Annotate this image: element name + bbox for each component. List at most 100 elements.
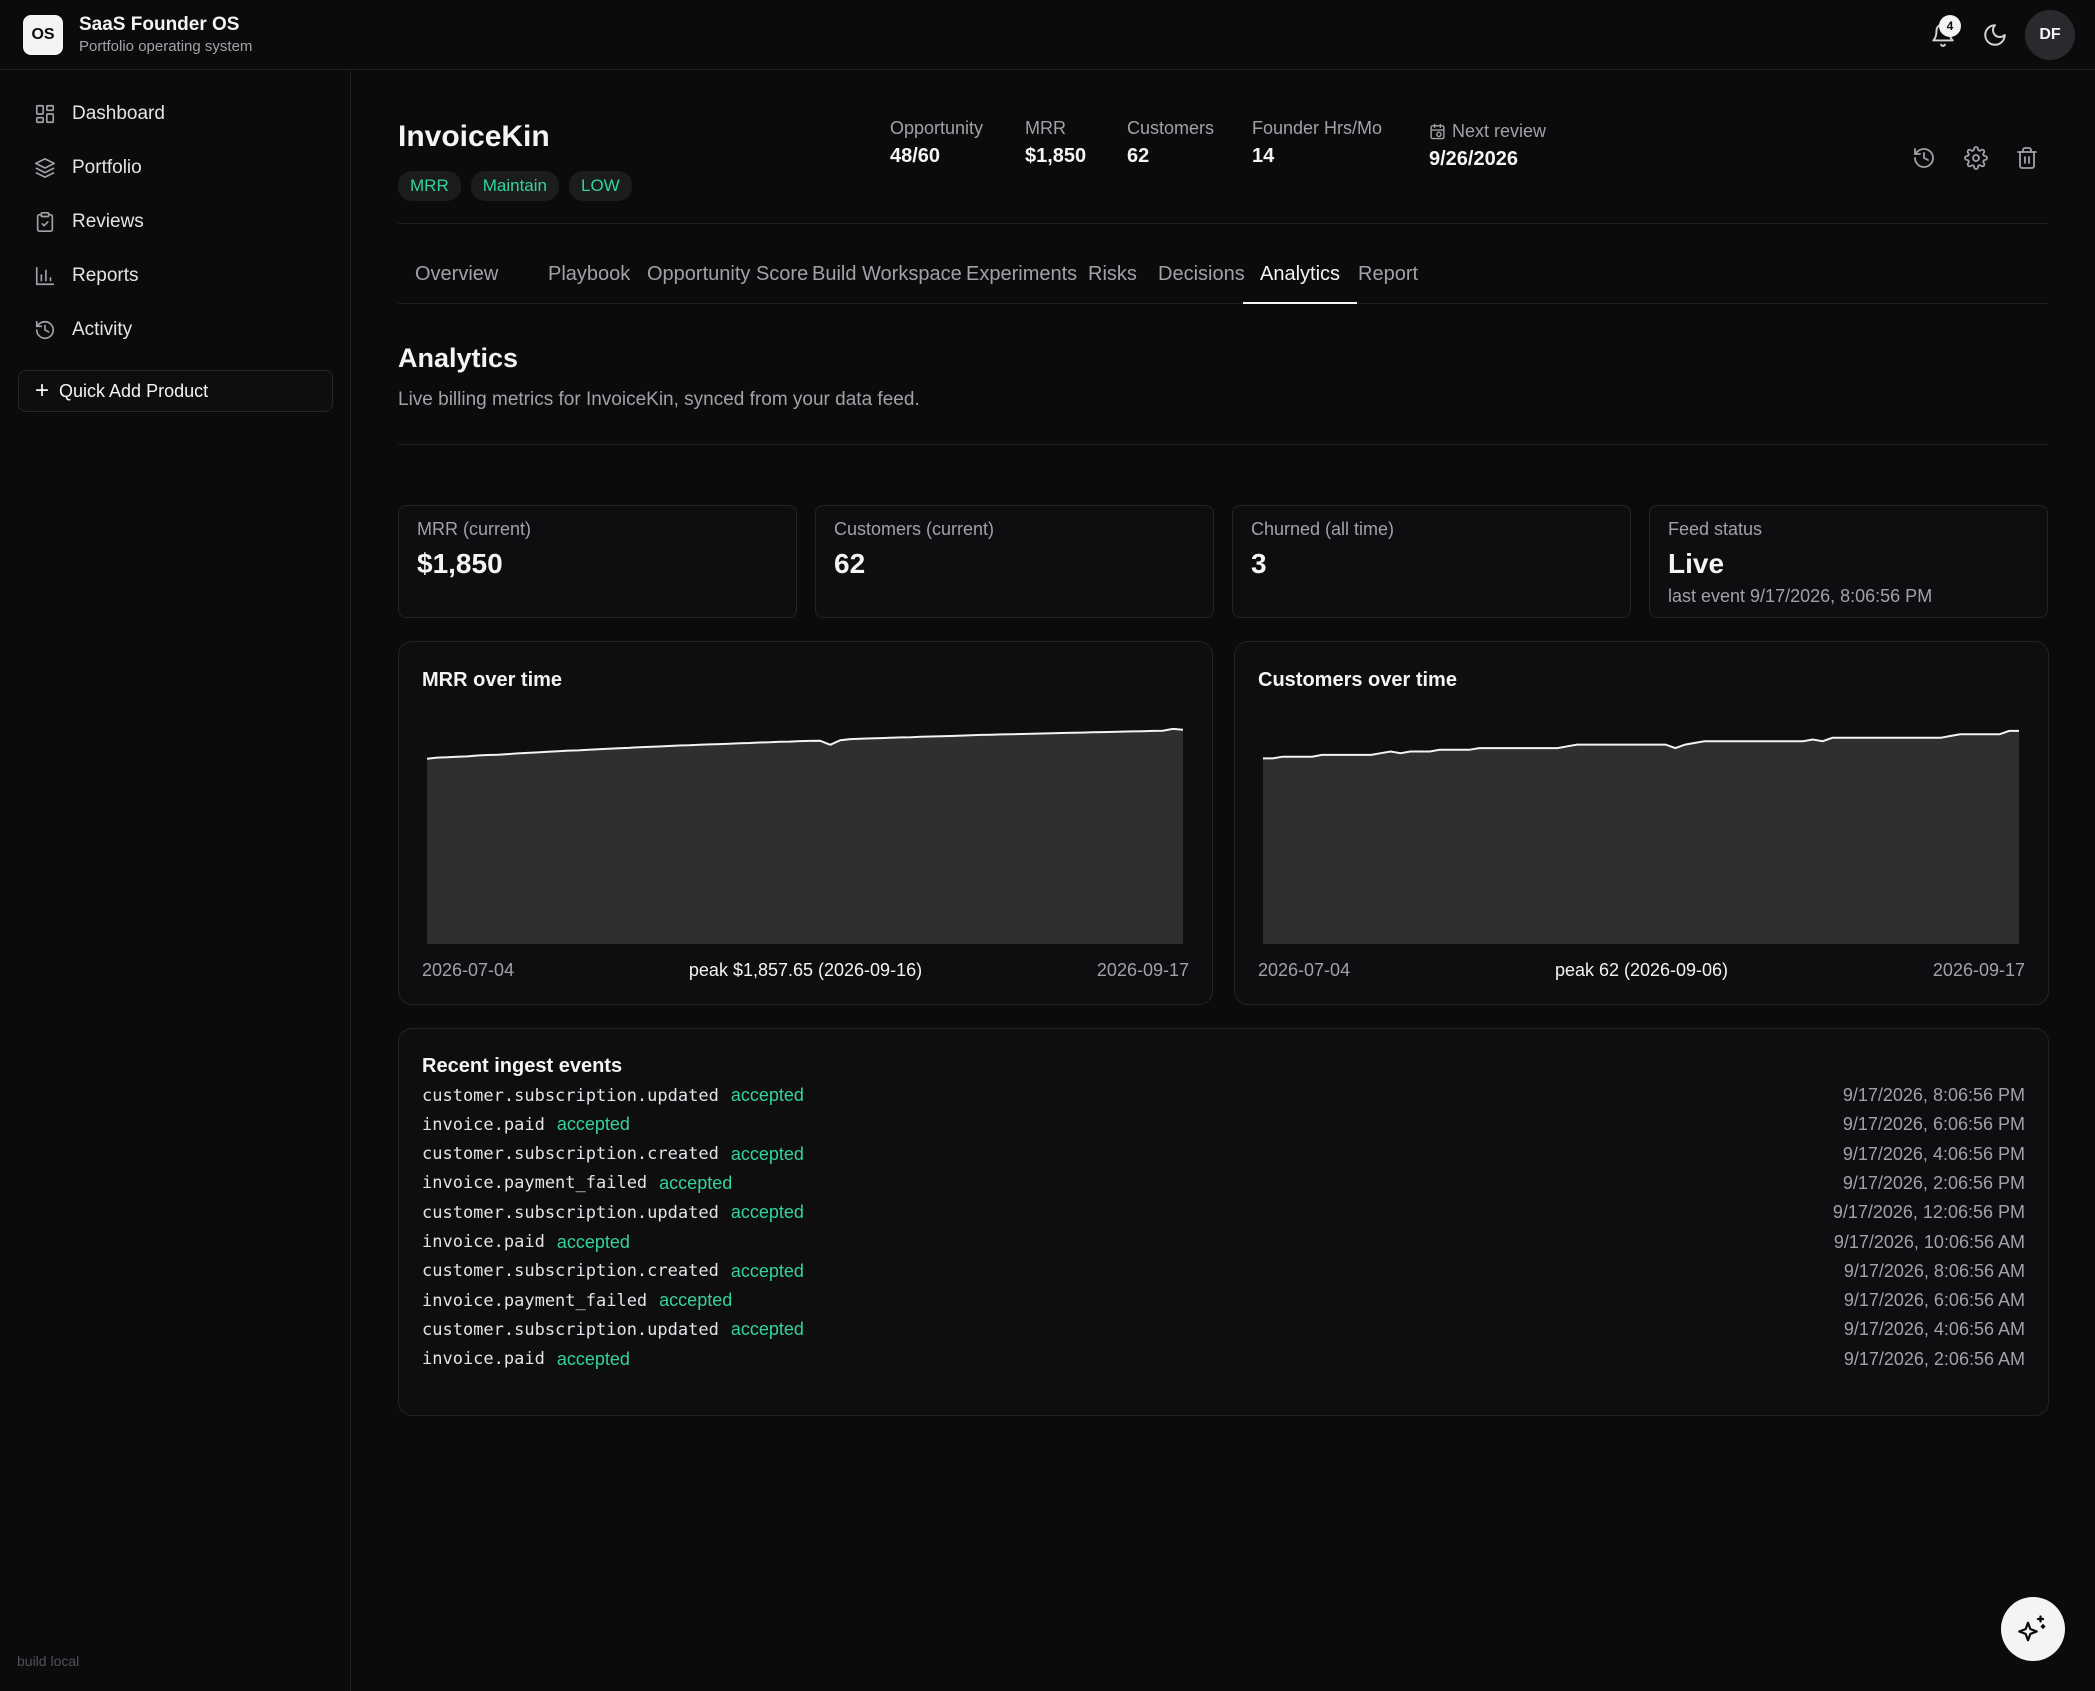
event-row: invoice.paid accepted 9/17/2026, 10:06:56 …: [422, 1228, 2025, 1257]
sidebar-item-label: Activity: [72, 319, 133, 340]
event-row: invoice.paid accepted 9/17/2026, 6:06:56 P…: [422, 1110, 2025, 1139]
sidebar-item-reviews[interactable]: Reviews: [18, 199, 332, 245]
kpi-card-mrr: MRR (current) $1,850: [398, 505, 797, 618]
trash-icon[interactable]: [2015, 146, 2039, 170]
event-name: customer.subscription.updated: [422, 1319, 719, 1340]
event-status: accepted: [556, 1348, 630, 1369]
sidebar: Dashboard Portfolio Reviews Reports Acti…: [0, 71, 351, 1691]
top-bar: OS SaaS Founder OS Portfolio operating s…: [0, 0, 2095, 70]
customers-area-chart: [1263, 729, 2019, 944]
event-status: accepted: [730, 1085, 804, 1105]
layers-icon: [35, 158, 55, 178]
header-divider: [398, 223, 2048, 224]
sidebar-item-label: Reports: [72, 265, 139, 286]
tab-overview[interactable]: Overview: [398, 258, 515, 304]
event-row: customer.subscription.created accepted 9/1…: [422, 1257, 2025, 1286]
event-name: customer.subscription.created: [422, 1144, 719, 1165]
area-fill: [427, 728, 1183, 944]
tag-risk-level: LOW: [568, 171, 632, 201]
sidebar-item-label: Portfolio: [72, 157, 142, 178]
event-name: customer.subscription.updated: [422, 1085, 719, 1106]
stat-next-review: Next review 9/26/2026: [1429, 121, 1546, 171]
tag-revenue-model: MRR: [398, 171, 461, 201]
event-time: 9/17/2026, 4:06:56 AM: [1843, 1319, 2025, 1340]
event-name: invoice.paid: [422, 1232, 545, 1252]
tag-strategy: Maintain: [470, 171, 559, 201]
kpi-card-churned: Churned (all time) 3: [1232, 505, 1631, 618]
history-icon: [35, 320, 55, 340]
kpi-value: 62: [834, 548, 866, 579]
event-name: invoice.paid: [422, 1349, 545, 1370]
stat-founder-hours: Founder Hrs/Mo 14: [1252, 118, 1382, 168]
event-row: invoice.payment_failed accepted 9/17/2026,…: [422, 1286, 2025, 1315]
stat-value: 14: [1252, 145, 1275, 167]
sparkles-icon: [2018, 1615, 2046, 1642]
section-description: Live billing metrics for InvoiceKin, syn…: [398, 389, 920, 410]
sidebar-item-label: Dashboard: [72, 103, 165, 124]
ai-assistant-button[interactable]: [2001, 1597, 2065, 1661]
bar-chart-icon: [35, 266, 55, 286]
event-row: customer.subscription.updated accepted 9/1…: [422, 1198, 2025, 1227]
stat-mrr: MRR $1,850: [1025, 118, 1086, 168]
event-name: invoice.payment_failed: [422, 1173, 648, 1194]
event-row: invoice.payment_failed accepted 9/17/2026,…: [422, 1169, 2025, 1198]
build-label: build local: [17, 1653, 80, 1669]
event-status: accepted: [730, 1143, 804, 1164]
sidebar-item-portfolio[interactable]: Portfolio: [18, 145, 332, 191]
calendar-clock-icon: [1430, 123, 1445, 140]
history-icon[interactable]: [1912, 146, 1936, 170]
event-time: 9/17/2026, 6:06:56 AM: [1843, 1290, 2025, 1311]
sidebar-item-reports[interactable]: Reports: [18, 253, 332, 299]
tab-report[interactable]: Report: [1341, 258, 1435, 304]
event-time: 9/17/2026, 4:06:56 PM: [1842, 1143, 2025, 1164]
kpi-value: Live: [1668, 548, 1725, 579]
mrr-area-chart: [427, 727, 1183, 944]
product-tabs: Overview Playbook Opportunity Score Buil…: [398, 258, 2048, 304]
grid-icon: [35, 104, 55, 124]
sidebar-item-dashboard[interactable]: Dashboard: [18, 91, 332, 137]
event-time: 9/17/2026, 8:06:56 AM: [1843, 1260, 2025, 1281]
kpi-subtext: last event 9/17/2026, 8:06:56 PM: [1668, 586, 1933, 606]
notification-badge: 4: [1939, 15, 1961, 37]
event-time: 9/17/2026, 2:06:56 PM: [1842, 1172, 2025, 1193]
section-divider: [398, 444, 2048, 445]
chart-title: Customers over time: [1258, 669, 1457, 691]
kpi-card-customers: Customers (current) 62: [815, 505, 1214, 618]
chart-peak-label: peak $1,857.65 (2026-09-16): [688, 960, 923, 980]
kpi-label: Churned (all time): [1251, 519, 1395, 539]
event-time: 9/17/2026, 10:06:56 AM: [1833, 1231, 2025, 1252]
stat-value: 48/60: [890, 145, 941, 167]
next-review-label-row: Next review: [1429, 121, 1546, 142]
stat-opportunity: Opportunity 48/60: [890, 118, 983, 168]
event-row: customer.subscription.created accepted 9/1…: [422, 1140, 2025, 1169]
app-subtitle: Portfolio operating system: [79, 38, 253, 55]
avatar[interactable]: DF: [2025, 10, 2075, 60]
events-title: Recent ingest events: [422, 1055, 623, 1077]
chart-peak-label: peak 62 (2026-09-06): [1554, 960, 1729, 980]
chart-title: MRR over time: [422, 669, 563, 691]
event-name: invoice.paid: [422, 1114, 545, 1135]
event-status: accepted: [730, 1319, 804, 1340]
event-row: customer.subscription.updated accepted 9/1…: [422, 1315, 2025, 1344]
gear-icon[interactable]: [1964, 146, 1988, 170]
quick-add-product-button[interactable]: + Quick Add Product: [18, 370, 333, 412]
app-logo[interactable]: OS: [23, 15, 63, 55]
event-row: customer.subscription.updated accepted 9/1…: [422, 1081, 2025, 1110]
stat-value: $1,850: [1025, 145, 1087, 167]
kpi-card-feed-status: Feed status Live last event 9/17/2026, 8…: [1649, 505, 2048, 618]
x-axis-end-label: 2026-09-17: [1096, 960, 1189, 980]
stat-label: Opportunity: [890, 118, 984, 138]
plus-icon: +: [35, 377, 50, 404]
event-status: accepted: [730, 1260, 804, 1281]
tab-analytics[interactable]: Analytics: [1243, 258, 1358, 304]
sidebar-item-activity[interactable]: Activity: [18, 307, 332, 353]
area-fill: [1263, 730, 2019, 944]
section-title: Analytics: [398, 343, 519, 373]
event-name: customer.subscription.created: [422, 1261, 719, 1282]
event-time: 9/17/2026, 2:06:56 AM: [1843, 1348, 2025, 1369]
stat-label: MRR: [1025, 118, 1066, 138]
event-name: invoice.payment_failed: [422, 1290, 648, 1311]
x-axis-end-label: 2026-09-17: [1932, 960, 2025, 980]
recent-ingest-events: Recent ingest events customer.subscripti…: [398, 1028, 2049, 1416]
moon-icon[interactable]: [1982, 22, 2008, 48]
